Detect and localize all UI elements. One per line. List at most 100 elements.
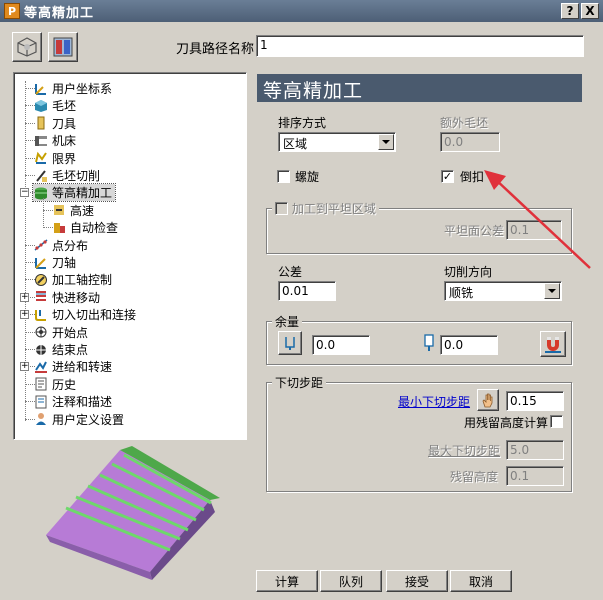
tree-item[interactable]: 自动检查 [51,219,118,236]
start-point-icon [33,325,49,339]
tree-item[interactable]: 加工轴控制 [33,271,112,288]
min-stepdown-input[interactable]: 0.15 [506,391,564,411]
tree-item-label: 结束点 [52,343,89,357]
tolerance-label: 公差 [278,265,303,279]
expand-icon[interactable]: + [20,292,29,302]
tree-item[interactable]: 高速 [51,202,94,219]
tree-item[interactable]: 刀轴 [33,254,76,271]
radial-allowance-button[interactable] [278,331,302,355]
tree-item-label: 切入切出和连接 [52,308,137,323]
point-distribution-icon [33,238,49,252]
tree-item-label: 刀具 [52,116,77,131]
max-stepdown-input[interactable]: 5.0 [506,440,564,460]
toolpath-name-label: 刀具路径名称 [176,42,255,57]
tree-item[interactable]: 等高精加工 [31,183,117,203]
cut-direction-select[interactable]: 顺铣 [444,281,562,301]
tree-item[interactable]: 用户定义设置 [33,411,124,428]
tree-item-label: 限界 [52,151,77,166]
tree-item-label: 注释和描述 [52,395,113,410]
tree-item[interactable]: 注释和描述 [33,393,112,410]
tree-item[interactable]: 快进移动 [33,289,100,306]
collapse-icon[interactable]: − [20,188,29,198]
annotation-arrow [484,170,591,269]
tree-item-label: 用户定义设置 [52,412,125,427]
hand-icon [482,393,493,408]
help-button[interactable]: ? [561,3,579,19]
tree-item-label: 用户坐标系 [52,82,113,96]
tree-item-label: 毛坯切削 [52,169,101,183]
tree-item[interactable]: 机床 [33,132,76,149]
axial-allowance-input[interactable]: 0.0 [440,335,498,355]
end-point-icon [33,343,49,357]
cube-icon [17,37,37,57]
scallop-height-input[interactable]: 0.1 [506,466,564,486]
accept-button[interactable]: 接受 [386,570,448,592]
calculate-button[interactable]: 计算 [256,570,318,592]
toolpath-list-button[interactable] [48,32,78,62]
tree-item[interactable]: 开始点 [33,324,88,341]
expand-icon[interactable]: + [20,362,29,372]
tree-item[interactable]: 限界 [33,150,76,167]
feed-speed-icon [33,360,49,374]
radial-allowance-input[interactable]: 0.0 [312,335,370,355]
tree-item-label: 开始点 [52,325,89,340]
high-speed-icon [51,203,67,217]
auto-check-icon [51,221,67,235]
block-icon [33,99,49,113]
tree-item[interactable]: 点分布 [33,237,88,254]
notes-icon [33,395,49,409]
tree-item[interactable]: 切入切出和连接 [33,306,136,323]
toolpath-name-input[interactable]: 1 [256,35,584,57]
tree-item[interactable]: 毛坯切削 [33,167,100,184]
tolerance-input[interactable]: 0.01 [278,281,336,301]
tool-icon [33,116,49,130]
title-bar: P 等高精加工 ? X [0,0,603,22]
tree-item-label: 自动检查 [70,221,119,236]
flat-area-group-title: 加工到平坦区域 [272,200,379,217]
scallop-calc-checkbox[interactable] [550,415,563,428]
extra-stock-input[interactable]: 0.0 [440,132,500,152]
component-allowance-button[interactable] [540,331,566,357]
stepdown-hand-button[interactable] [477,389,499,411]
radial-allowance-icon [285,337,295,350]
tree-item[interactable]: 毛坯 [33,97,76,114]
close-button[interactable]: X [581,3,599,19]
tree-item-label: 快进移动 [52,290,101,305]
extra-stock-label: 额外毛坯 [440,116,489,130]
tree-item[interactable]: 用户坐标系 [33,80,112,97]
queue-button[interactable]: 队列 [320,570,382,592]
tree-item[interactable]: 结束点 [33,341,88,358]
window-title: 等高精加工 [24,5,95,21]
spiral-checkbox[interactable] [277,170,290,183]
scallop-height-label: 残留高度 [450,470,499,484]
preview-illustration [46,446,220,580]
flat-area-checkbox[interactable] [275,202,288,215]
tree-item-label: 高速 [70,203,95,218]
expand-icon[interactable]: + [20,310,29,320]
undercut-checkbox[interactable]: ✓ [441,170,454,183]
toolpath-strategy-button[interactable] [12,32,42,62]
magnet-icon [545,337,561,353]
boundary-icon [33,151,49,165]
tree-item[interactable]: 进给和转速 [33,358,112,375]
flat-area-label: 加工到平坦区域 [291,202,376,216]
history-icon [33,377,49,391]
order-select[interactable]: 区域 [278,132,396,152]
tree-item-label: 加工轴控制 [52,273,113,288]
order-label: 排序方式 [278,116,327,130]
tree-item-label: 历史 [52,377,77,392]
tree-item[interactable]: 历史 [33,376,76,393]
min-stepdown-link[interactable]: 最小下切步距 [398,393,470,410]
tree-item[interactable]: 刀具 [33,115,76,132]
cancel-button[interactable]: 取消 [450,570,512,592]
chevron-down-icon[interactable] [378,134,394,150]
strategy-panel-title: 等高精加工 [257,74,582,102]
order-value: 区域 [283,137,308,151]
app-icon: P [4,3,20,19]
stock-cut-icon [33,169,49,183]
cut-direction-value: 顺铣 [449,286,474,300]
chevron-down-icon[interactable] [544,283,560,299]
tree-item-label: 等高精加工 [52,186,113,201]
scallop-calc-label: 用残留高度计算 [464,416,549,430]
tool-axis-icon [33,256,49,270]
